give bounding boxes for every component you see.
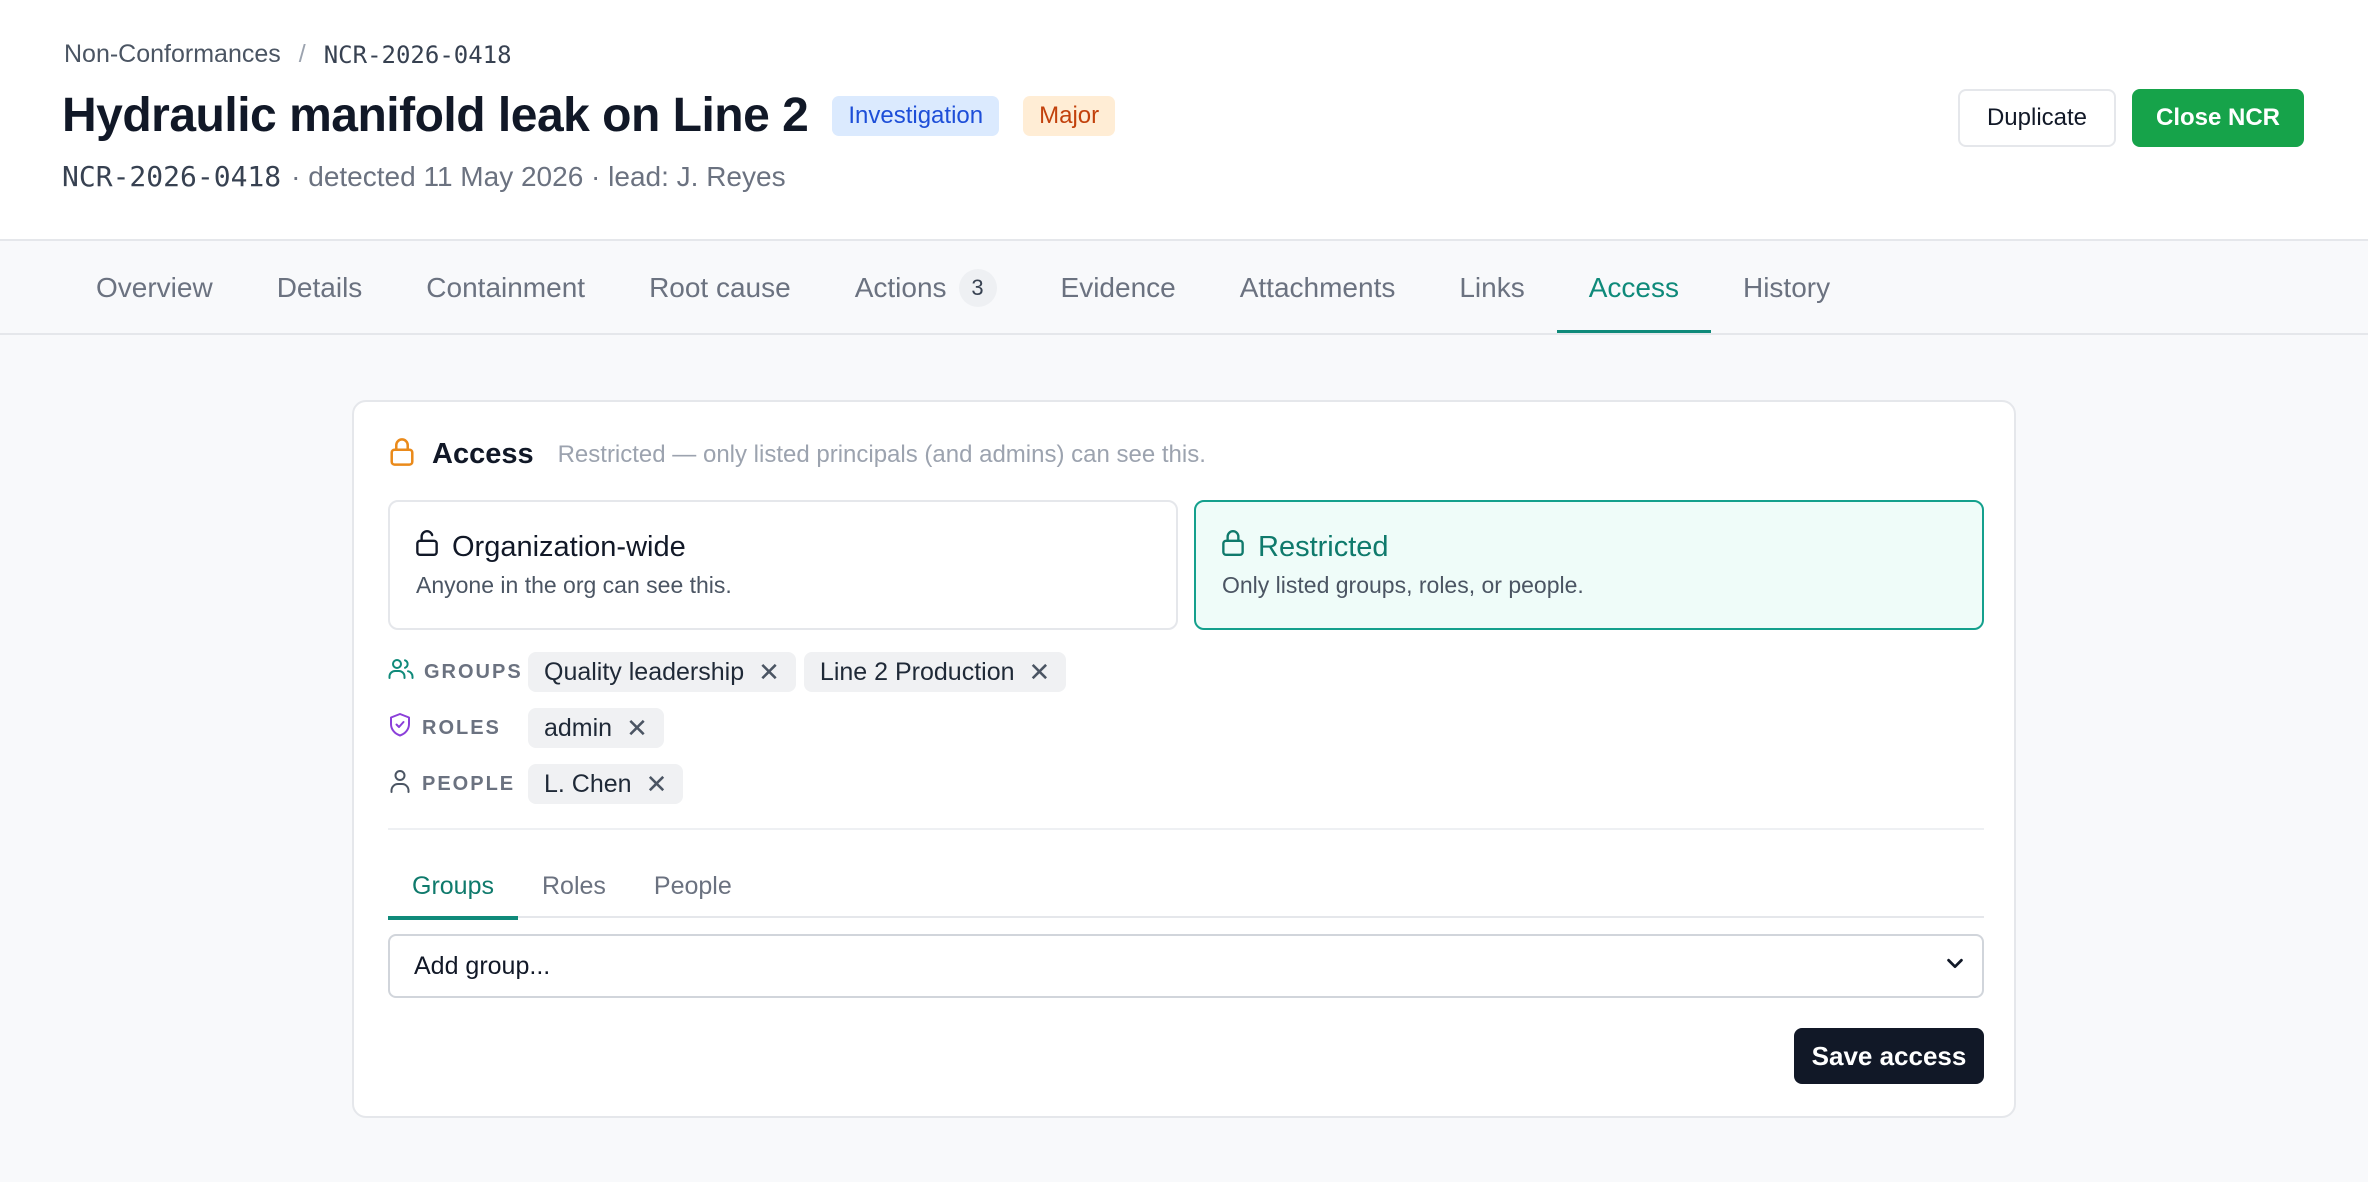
actions-count-badge: 3 xyxy=(958,269,997,307)
lock-icon xyxy=(388,436,416,473)
close-ncr-button[interactable]: Close NCR xyxy=(2132,89,2304,147)
page-title: Hydraulic manifold leak on Line 2 xyxy=(62,89,809,142)
option-description: Only listed groups, roles, or people. xyxy=(1222,572,1584,598)
option-title-row: Restricted xyxy=(1220,528,1389,566)
breadcrumb-separator: / xyxy=(298,40,306,68)
access-title: Access xyxy=(432,438,534,470)
chevron-down-icon xyxy=(1944,952,1966,981)
record-tabs: Overview Details Containment Root cause … xyxy=(64,242,1862,334)
breadcrumb-current: NCR-2026-0418 xyxy=(323,40,512,69)
people-label-text: PEOPLE xyxy=(422,772,516,795)
groups-label: GROUPS xyxy=(388,657,528,687)
tab-evidence[interactable]: Evidence xyxy=(1029,242,1208,334)
record-meta-text: · detected 11 May 2026 · lead: J. Reyes xyxy=(291,160,786,192)
roles-label-text: ROLES xyxy=(422,716,501,739)
select-value: Add group... xyxy=(414,951,551,980)
x-icon[interactable]: ✕ xyxy=(758,657,780,688)
groups-label-text: GROUPS xyxy=(424,660,523,683)
access-description: Restricted — only listed principals (and… xyxy=(557,440,1206,468)
option-title: Organization-wide xyxy=(452,530,686,563)
tab-details[interactable]: Details xyxy=(245,242,395,334)
x-icon[interactable]: ✕ xyxy=(626,713,648,744)
tab-links[interactable]: Links xyxy=(1427,242,1556,334)
groups-row: GROUPS Quality leadership ✕ Line 2 Produc… xyxy=(388,652,1074,692)
visibility-option-restricted[interactable]: Restricted Only listed groups, roles, or… xyxy=(1194,500,1984,630)
tab-label: Actions xyxy=(854,272,947,303)
record-id: NCR-2026-0418 xyxy=(62,160,282,193)
tab-label: Links xyxy=(1459,272,1525,303)
chip-label: L. Chen xyxy=(544,769,632,798)
tab-attachments[interactable]: Attachments xyxy=(1208,242,1428,334)
tab-root-cause[interactable]: Root cause xyxy=(617,242,823,334)
user-icon xyxy=(388,768,412,800)
tab-containment[interactable]: Containment xyxy=(394,242,617,334)
shield-check-icon xyxy=(388,712,412,744)
add-group-select[interactable]: Add group... xyxy=(388,934,1984,998)
group-chip: Line 2 Production ✕ xyxy=(803,652,1067,692)
visibility-option-org-wide[interactable]: Organization-wide Anyone in the org can … xyxy=(388,500,1178,630)
chip-label: Quality leadership xyxy=(544,657,745,686)
person-chip: L. Chen ✕ xyxy=(528,764,684,804)
access-card-header: Access Restricted — only listed principa… xyxy=(388,436,1206,473)
save-access-button[interactable]: Save access xyxy=(1794,1028,1984,1084)
roles-label: ROLES xyxy=(388,712,528,744)
tab-label: Attachments xyxy=(1239,272,1396,303)
roles-row: ROLES admin ✕ xyxy=(388,708,672,748)
duplicate-button[interactable]: Duplicate xyxy=(1958,89,2116,147)
breadcrumb-parent-link[interactable]: Non-Conformances xyxy=(64,40,281,69)
tab-actions[interactable]: Actions 3 xyxy=(823,242,1029,334)
x-icon[interactable]: ✕ xyxy=(1029,657,1051,688)
breadcrumb: Non-Conformances / NCR-2026-0418 xyxy=(64,40,512,69)
subtab-people[interactable]: People xyxy=(630,854,756,918)
people-row: PEOPLE L. Chen ✕ xyxy=(388,764,691,804)
tab-label: History xyxy=(1742,272,1831,303)
option-title: Restricted xyxy=(1258,530,1389,563)
access-card: Access Restricted — only listed principa… xyxy=(352,400,2016,1118)
chip-label: admin xyxy=(544,713,613,742)
tabs-divider xyxy=(0,333,2368,335)
users-icon xyxy=(388,657,414,687)
status-badge: Investigation xyxy=(832,95,1000,136)
lock-open-icon xyxy=(414,528,440,566)
section-divider xyxy=(388,828,1984,830)
principal-type-tabs: Groups Roles People xyxy=(388,854,1984,920)
page-header: Non-Conformances / NCR-2026-0418 Hydraul… xyxy=(0,0,2368,241)
tab-label: Details xyxy=(276,272,363,303)
tab-history[interactable]: History xyxy=(1711,242,1862,334)
role-chip: admin ✕ xyxy=(528,708,664,748)
option-title-row: Organization-wide xyxy=(414,528,686,566)
severity-badge: Major xyxy=(1023,95,1116,136)
title-row: Hydraulic manifold leak on Line 2 Invest… xyxy=(62,88,1116,143)
tab-label: Overview xyxy=(96,272,213,303)
group-chip: Quality leadership ✕ xyxy=(528,652,796,692)
tab-label: Access xyxy=(1588,272,1679,303)
x-icon[interactable]: ✕ xyxy=(646,769,668,800)
record-meta: NCR-2026-0418 · detected 11 May 2026 · l… xyxy=(62,160,786,193)
tab-label: Containment xyxy=(426,272,586,303)
tab-overview[interactable]: Overview xyxy=(64,242,245,334)
subtab-groups[interactable]: Groups xyxy=(388,854,518,920)
chip-label: Line 2 Production xyxy=(819,657,1015,686)
people-label: PEOPLE xyxy=(388,768,528,800)
tab-access[interactable]: Access xyxy=(1556,242,1712,334)
tab-label: Root cause xyxy=(649,272,791,303)
subtab-roles[interactable]: Roles xyxy=(518,854,630,918)
lock-icon xyxy=(1220,528,1246,566)
option-description: Anyone in the org can see this. xyxy=(416,572,732,598)
tab-label: Evidence xyxy=(1060,272,1176,303)
